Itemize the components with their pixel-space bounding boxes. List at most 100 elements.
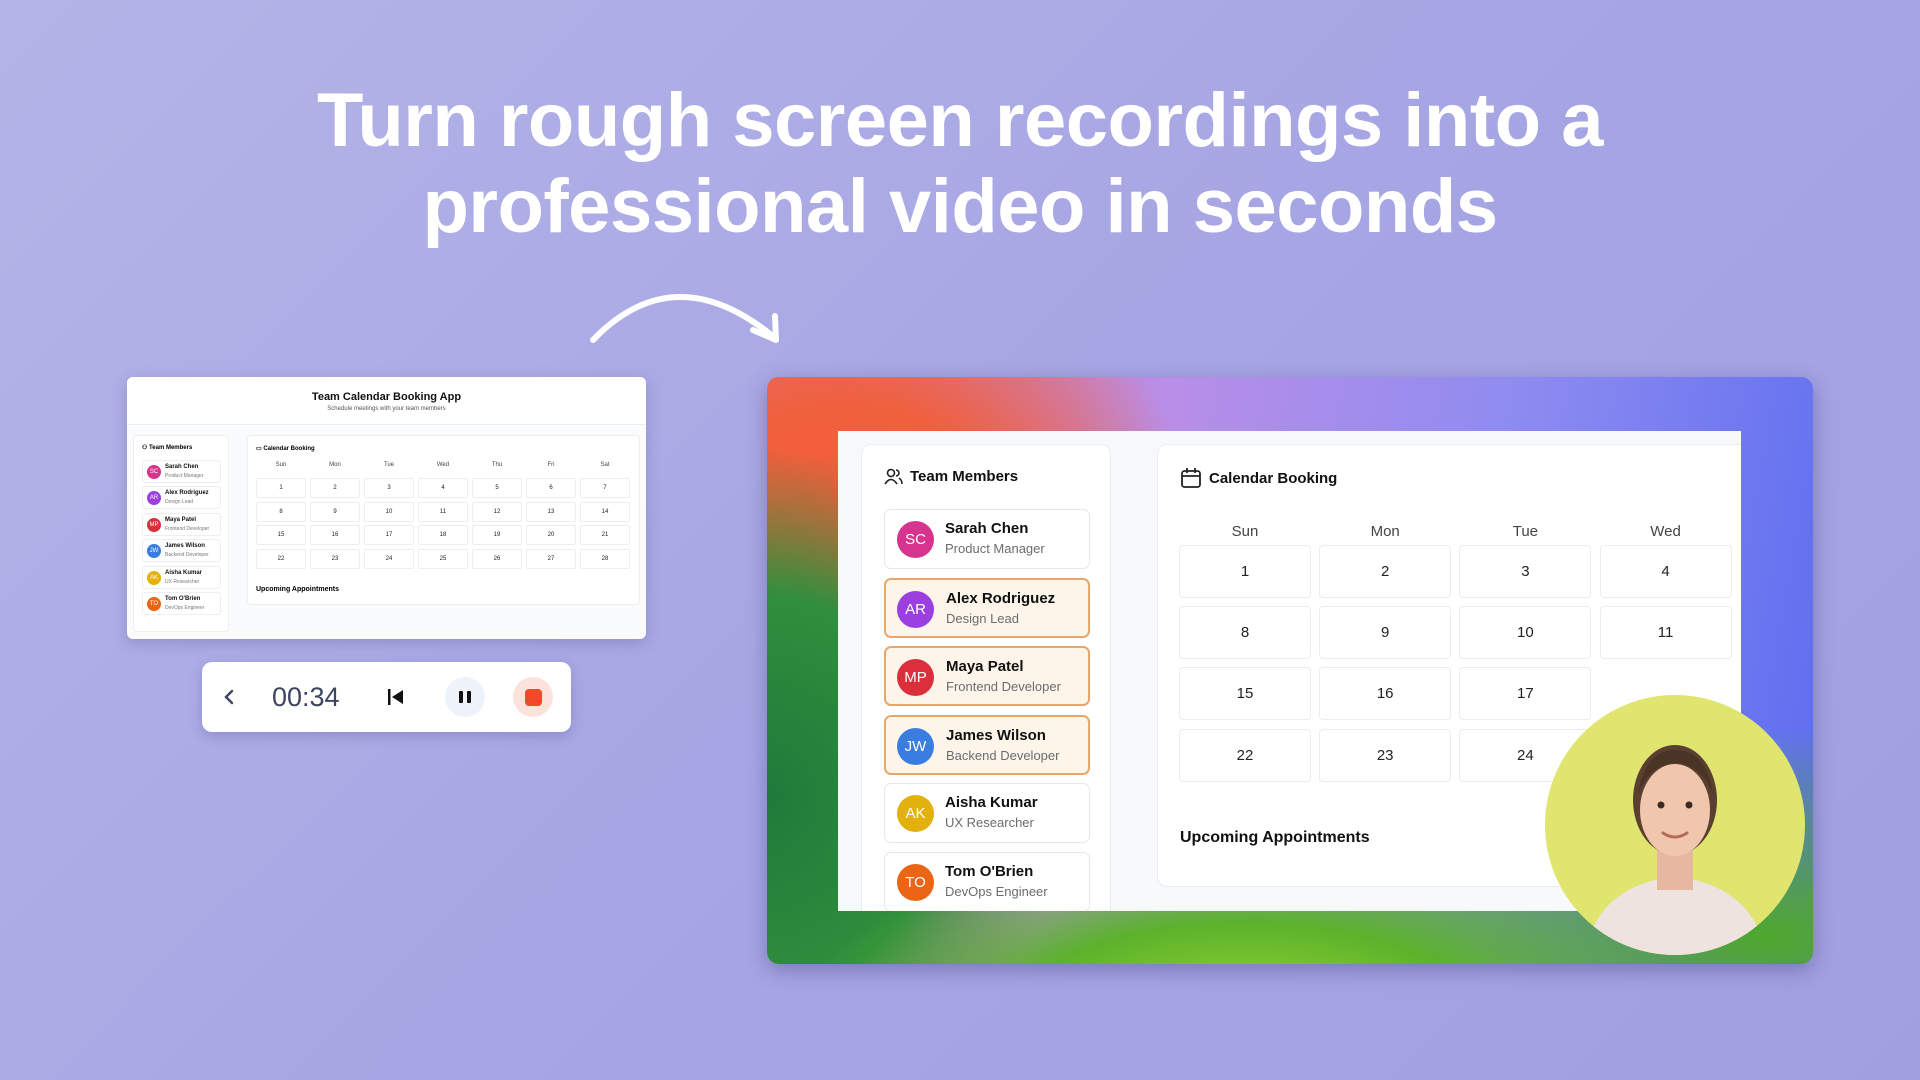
preview-member-card: TO Tom O'Brien DevOps Engineer xyxy=(142,592,221,615)
preview-date-cell: 5 xyxy=(472,478,522,498)
preview-date-cell: 24 xyxy=(364,548,414,569)
date-cell[interactable]: 9 xyxy=(1319,606,1452,660)
date-cell[interactable]: 3 xyxy=(1459,545,1592,598)
member-card[interactable]: TO Tom O'Brien DevOps Engineer xyxy=(884,852,1090,911)
preview-member-name: Maya Patel xyxy=(165,516,197,523)
calendar-booking-title: Calendar Booking xyxy=(1209,470,1338,487)
member-card[interactable]: MP Maya Patel Frontend Developer xyxy=(884,646,1090,707)
headline-line-2: professional video in seconds xyxy=(422,164,1498,249)
preview-member-avatar: AR xyxy=(147,491,161,506)
preview-date-cell: 8 xyxy=(256,501,306,522)
preview-member-avatar: AK xyxy=(147,570,161,585)
team-members-title: Team Members xyxy=(910,468,1019,485)
preview-subtitle: Schedule meetings with your team members xyxy=(327,406,446,412)
preview-member-avatar: TO xyxy=(147,597,161,611)
webcam-bubble xyxy=(1545,695,1805,955)
curved-arrow-icon xyxy=(590,294,779,343)
preview-upcoming-title: Upcoming Appointments xyxy=(256,586,339,593)
headline-line-1: Turn rough screen recordings into a xyxy=(317,78,1603,163)
raw-recording-preview: Team Calendar Booking App Schedule meeti… xyxy=(127,377,646,639)
preview-day-header: Sat xyxy=(600,462,610,468)
preview-date-cell: 17 xyxy=(364,525,414,546)
day-header: Tue xyxy=(1512,523,1539,540)
preview-date-cell: 3 xyxy=(364,478,414,498)
member-role: Design Lead xyxy=(946,610,1019,626)
preview-day-header: Thu xyxy=(491,462,503,468)
preview-team-title: ⚇ Team Members xyxy=(142,445,193,451)
preview-member-name: James Wilson xyxy=(165,543,205,550)
preview-calendar-title: ▭ Calendar Booking xyxy=(256,446,315,452)
member-name: James Wilson xyxy=(946,726,1046,744)
stop-button[interactable] xyxy=(513,677,553,717)
preview-member-name: Aisha Kumar xyxy=(165,569,203,576)
day-header: Mon xyxy=(1370,523,1400,540)
preview-calendar-panel: ▭ Calendar Booking Upcoming Appointments… xyxy=(247,435,640,605)
preview-member-avatar: SC xyxy=(147,465,161,479)
date-cell[interactable]: 16 xyxy=(1319,667,1452,721)
preview-day-header: Wed xyxy=(436,462,450,468)
date-cell[interactable]: 4 xyxy=(1599,545,1732,598)
pause-icon xyxy=(459,691,471,703)
skip-back-icon xyxy=(388,689,403,705)
preview-date-cell: 25 xyxy=(418,548,468,569)
member-card[interactable]: SC Sarah Chen Product Manager xyxy=(884,509,1090,569)
preview-calendar-title-text: Calendar Booking xyxy=(263,446,315,452)
preview-member-card: JW James Wilson Backend Developer xyxy=(142,539,221,563)
preview-date-cell: 27 xyxy=(526,548,576,569)
member-card[interactable]: AK Aisha Kumar UX Researcher xyxy=(884,783,1090,844)
stop-icon xyxy=(524,688,542,706)
preview-date-cell: 16 xyxy=(310,525,360,546)
preview-member-card: AK Aisha Kumar UX Researcher xyxy=(142,565,221,589)
preview-date-cell: 14 xyxy=(580,501,630,522)
preview-date-cell: 2 xyxy=(310,478,360,498)
preview-date-cell: 15 xyxy=(256,525,306,546)
member-name: Sarah Chen xyxy=(945,520,1029,537)
presenter-portrait xyxy=(1585,745,1767,955)
recorder-controls: 00:34 xyxy=(202,662,571,732)
preview-member-role: Design Lead xyxy=(165,499,194,506)
date-cell[interactable]: 11 xyxy=(1599,606,1732,660)
member-avatar: TO xyxy=(897,864,934,901)
member-avatar: SC xyxy=(897,521,934,558)
preview-date-cell: 7 xyxy=(580,478,630,498)
date-cell[interactable]: 8 xyxy=(1179,606,1311,660)
date-cell[interactable]: 2 xyxy=(1319,545,1452,598)
preview-date-cell: 9 xyxy=(310,501,360,522)
preview-date-cell: 22 xyxy=(256,548,306,569)
preview-day-header: Sun xyxy=(275,462,287,468)
preview-member-card: AR Alex Rodriguez Design Lead xyxy=(142,486,221,510)
preview-date-cell: 20 xyxy=(526,525,576,546)
users-icon xyxy=(884,468,903,485)
preview-member-card: SC Sarah Chen Product Manager xyxy=(142,460,221,483)
member-role: UX Researcher xyxy=(945,815,1034,831)
date-cell[interactable]: 1 xyxy=(1179,545,1311,598)
preview-member-name: Tom O'Brien xyxy=(165,596,201,602)
date-cell[interactable]: 23 xyxy=(1319,728,1452,782)
date-cell[interactable]: 22 xyxy=(1179,728,1311,782)
member-role: DevOps Engineer xyxy=(945,884,1048,899)
member-card[interactable]: JW James Wilson Backend Developer xyxy=(884,714,1090,775)
member-role: Product Manager xyxy=(945,541,1045,556)
member-avatar: AK xyxy=(897,795,934,833)
member-avatar: AR xyxy=(897,590,934,628)
preview-title: Team Calendar Booking App xyxy=(311,391,462,403)
member-card[interactable]: AR Alex Rodriguez Design Lead xyxy=(884,577,1090,638)
preview-day-header: Fri xyxy=(547,462,555,468)
restart-button[interactable] xyxy=(378,679,414,715)
preview-date-cell: 6 xyxy=(526,478,576,498)
team-members-panel: Team Members SC Sarah Chen Product Manager… xyxy=(861,444,1111,911)
date-cell[interactable]: 10 xyxy=(1459,606,1592,660)
preview-date-cell: 26 xyxy=(472,548,522,569)
date-cell[interactable]: 15 xyxy=(1179,667,1311,721)
chevron-left-icon xyxy=(224,689,234,705)
date-cell[interactable]: 17 xyxy=(1459,667,1592,721)
preview-member-role: Product Manager xyxy=(165,473,204,479)
pause-button[interactable] xyxy=(445,677,485,717)
member-name: Alex Rodriguez xyxy=(946,589,1056,607)
preview-date-cell: 18 xyxy=(418,525,468,546)
preview-member-avatar: JW xyxy=(147,544,161,559)
preview-date-cell: 23 xyxy=(310,548,360,569)
back-button[interactable] xyxy=(212,680,246,714)
preview-member-card: MP Maya Patel Frontend Developer xyxy=(142,512,221,536)
preview-day-header: Tue xyxy=(383,462,395,468)
